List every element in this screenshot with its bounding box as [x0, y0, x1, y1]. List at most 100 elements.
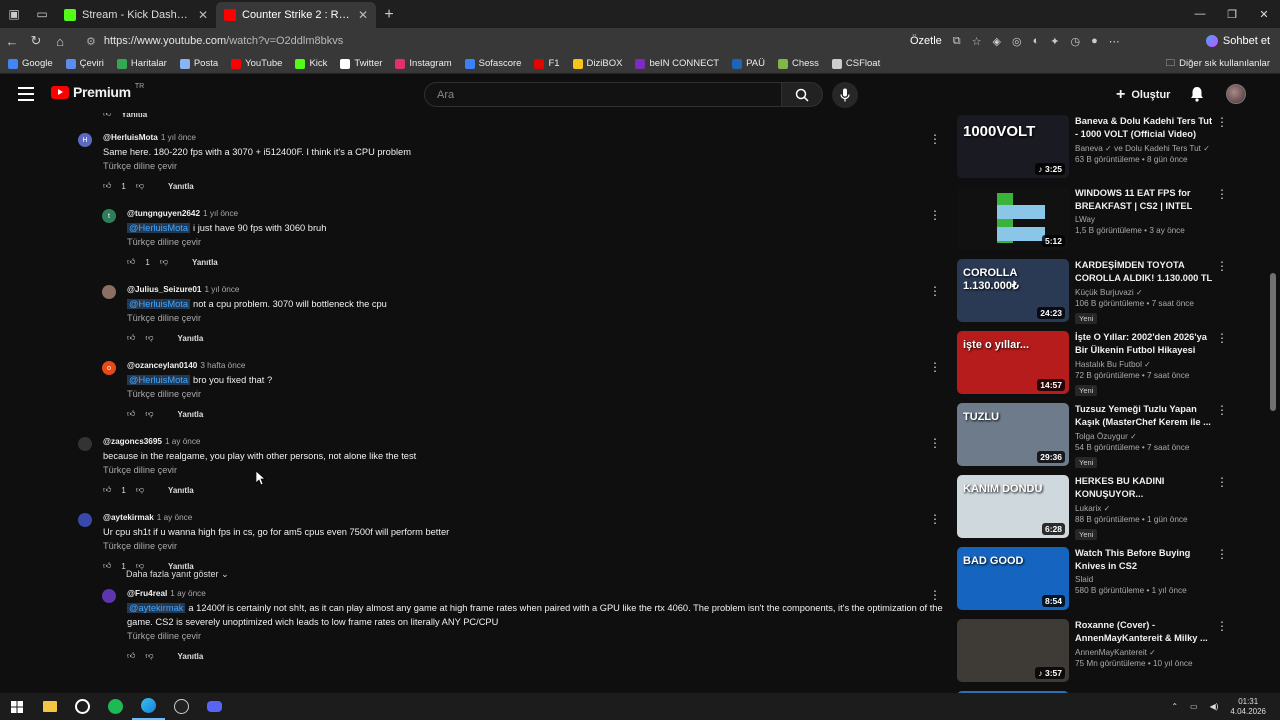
- mention-link[interactable]: @HerluisMota: [127, 299, 191, 309]
- profile-icon[interactable]: ●: [1091, 35, 1098, 47]
- video-title[interactable]: Roxanne (Cover) - AnnenMayKantereit & Mi…: [1075, 619, 1215, 645]
- video-channel[interactable]: Hastalık Bu Futbol ✓: [1075, 359, 1215, 369]
- comment-time[interactable]: 1 ay önce: [157, 513, 193, 522]
- translate-link[interactable]: Türkçe diline çevir: [103, 161, 177, 171]
- video-title[interactable]: KARDEŞİMDEN TOYOTA COROLLA ALDIK! 1.130.…: [1075, 259, 1215, 285]
- comment-time[interactable]: 1 ay önce: [170, 589, 206, 598]
- bookmark-item[interactable]: YouTube: [231, 58, 282, 69]
- comment-menu-icon[interactable]: ⋮: [929, 361, 941, 373]
- bookmark-item[interactable]: PAÜ: [732, 58, 765, 69]
- minimize-button[interactable]: —: [1184, 0, 1216, 28]
- comment-time[interactable]: 1 yıl önce: [161, 133, 196, 142]
- comment-author[interactable]: @aytekirmak: [103, 513, 154, 522]
- video-channel[interactable]: LWay: [1075, 215, 1215, 224]
- video-title[interactable]: HERKES BU KADINI KONUŞUYOR...: [1075, 475, 1215, 501]
- comment-time[interactable]: 1 ay önce: [165, 437, 201, 446]
- bookmark-item[interactable]: beIN CONNECT: [635, 58, 719, 69]
- comment-author[interactable]: @Fru4real: [127, 589, 167, 598]
- tab-kick[interactable]: Stream - Kick Dashboard ✕: [56, 2, 216, 28]
- avatar[interactable]: H: [78, 133, 92, 147]
- page-scrollbar[interactable]: [1269, 113, 1277, 693]
- translate-link[interactable]: Türkçe diline çevir: [127, 631, 201, 641]
- reply-button[interactable]: Yanıtla: [178, 334, 204, 343]
- mention-link[interactable]: @aytekirmak: [127, 603, 186, 613]
- comment-time[interactable]: 1 yıl önce: [203, 209, 238, 218]
- video-channel[interactable]: Tolga Özuygur ✓: [1075, 431, 1215, 441]
- extension-icon[interactable]: ◎: [1012, 35, 1022, 48]
- reply-button[interactable]: Yanıtla: [192, 258, 218, 267]
- avatar[interactable]: [102, 285, 116, 299]
- video-menu-icon[interactable]: ⋮: [1216, 187, 1228, 201]
- video-thumbnail[interactable]: 1000VOLT ♪ 3:25: [957, 115, 1069, 178]
- video-menu-icon[interactable]: ⋮: [1216, 115, 1228, 129]
- back-icon[interactable]: ←: [0, 34, 24, 49]
- avatar[interactable]: [102, 589, 116, 603]
- video-menu-icon[interactable]: ⋮: [1216, 547, 1228, 561]
- video-thumbnail[interactable]: ♪ 3:57: [957, 619, 1069, 682]
- video-channel[interactable]: Baneva ✓ ve Dolu Kadehi Ters Tut ✓: [1075, 143, 1215, 153]
- video-title[interactable]: WINDOWS 11 EAT FPS for BREAKFAST | CS2 |…: [1075, 187, 1215, 213]
- like-icon[interactable]: 👍︎: [103, 113, 111, 119]
- comment-author[interactable]: @HerluisMota: [103, 133, 158, 142]
- reload-icon[interactable]: ↻: [24, 33, 48, 49]
- reply-button[interactable]: Yanıtla: [168, 182, 194, 191]
- youtube-premium-logo[interactable]: Premium TR: [51, 83, 144, 100]
- spotify-icon[interactable]: [99, 693, 132, 720]
- bookmark-item[interactable]: DiziBOX: [572, 58, 622, 69]
- video-thumbnail[interactable]: 5:12: [957, 187, 1069, 250]
- translate-link[interactable]: Türkçe diline çevir: [127, 389, 201, 399]
- bookmark-item[interactable]: Posta: [179, 58, 218, 69]
- comment-menu-icon[interactable]: ⋮: [929, 209, 941, 221]
- video-menu-icon[interactable]: ⋮: [1216, 331, 1228, 345]
- discord-icon[interactable]: [198, 693, 231, 720]
- reply-button[interactable]: Yanıtla: [178, 410, 204, 419]
- bookmark-item[interactable]: Google: [8, 58, 53, 69]
- menu-dots-icon[interactable]: ⋯: [1109, 35, 1120, 48]
- network-icon[interactable]: ▭: [1190, 702, 1198, 711]
- whatsapp-icon[interactable]: [66, 693, 99, 720]
- bookmark-item[interactable]: Kick: [295, 58, 327, 69]
- dislike-icon[interactable]: 👎︎: [136, 485, 144, 495]
- close-icon[interactable]: ✕: [198, 8, 208, 22]
- dislike-icon[interactable]: 👎︎: [145, 409, 153, 419]
- clock[interactable]: 01:31 4.04.2026: [1230, 697, 1266, 717]
- video-title[interactable]: Watch This Before Buying Knives in CS2: [1075, 547, 1215, 573]
- comment-author[interactable]: @zagoncs3695: [103, 437, 162, 446]
- bookmark-item[interactable]: Instagram: [395, 58, 452, 69]
- bookmark-item[interactable]: Çeviri: [65, 58, 104, 69]
- bookmark-item[interactable]: CSFloat: [831, 58, 880, 69]
- comment-menu-icon[interactable]: ⋮: [929, 133, 941, 145]
- steam-cs-icon[interactable]: [165, 693, 198, 720]
- video-menu-icon[interactable]: ⋮: [1216, 619, 1228, 633]
- avatar[interactable]: [78, 513, 92, 527]
- search-button[interactable]: [781, 82, 823, 107]
- avatar[interactable]: t: [102, 209, 116, 223]
- close-window-button[interactable]: ✕: [1248, 0, 1280, 28]
- comment-author[interactable]: @tungnguyen2642: [127, 209, 200, 218]
- copilot-chat-button[interactable]: Sohbet et: [1205, 35, 1270, 47]
- dislike-icon[interactable]: 👎︎: [145, 333, 153, 343]
- comment-author[interactable]: @ozanceylan0140: [127, 361, 197, 370]
- video-card[interactable]: BAD GOOD 8:54 Watch This Before Buying Kni…: [957, 547, 1267, 611]
- video-title[interactable]: Tuzsuz Yemeği Tuzlu Yapan Kaşık (MasterC…: [1075, 403, 1215, 429]
- extension-icon[interactable]: ◐: [1033, 35, 1040, 47]
- translate-link[interactable]: Türkçe diline çevir: [127, 237, 201, 247]
- bookmark-item[interactable]: Haritalar: [116, 58, 167, 69]
- video-thumbnail[interactable]: KANIM DONDU 6:28: [957, 475, 1069, 538]
- reply-button[interactable]: Yanıtla: [168, 486, 194, 495]
- like-icon[interactable]: 👍︎: [127, 333, 135, 343]
- edge-icon[interactable]: [132, 693, 165, 720]
- comment-menu-icon[interactable]: ⋮: [929, 589, 941, 601]
- voice-search-button[interactable]: [832, 82, 858, 108]
- video-card[interactable]: KANIM DONDU 6:28 HERKES BU KADINI KONUŞUYO…: [957, 475, 1267, 540]
- tab-actions-icon[interactable]: ▭: [28, 0, 56, 28]
- video-card[interactable]: ♪ 3:57 Roxanne (Cover) - AnnenMayKanterei…: [957, 619, 1267, 683]
- avatar[interactable]: [78, 437, 92, 451]
- comment-menu-icon[interactable]: ⋮: [929, 437, 941, 449]
- video-card[interactable]: TUZLU 29:36 Tuzsuz Yemeği Tuzlu Yapan Kaşı…: [957, 403, 1267, 468]
- video-card[interactable]: COROLLA 1.130.000₺ 24:23 KARDEŞİMDEN TOYOT…: [957, 259, 1267, 324]
- bookmark-item[interactable]: F1: [534, 58, 560, 69]
- reply-button[interactable]: Yanıtla: [121, 113, 147, 119]
- site-info-icon[interactable]: ⚙: [86, 35, 96, 48]
- like-icon[interactable]: 👍︎: [103, 485, 111, 495]
